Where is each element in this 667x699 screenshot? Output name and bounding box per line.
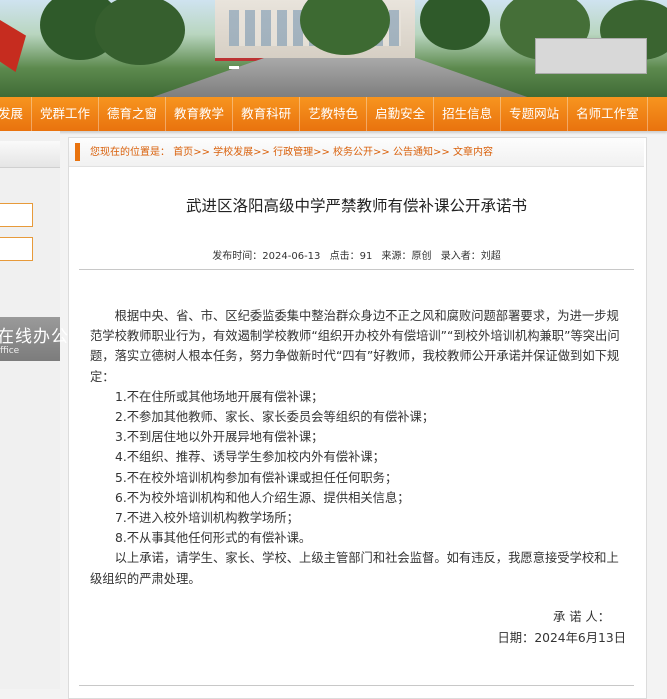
nav-item-safety[interactable]: 启勤安全 — [367, 97, 435, 131]
article-panel: 您现在的位置是： 首页>> 学校发展>> 行政管理>> 校务公开>> 公告通知>… — [68, 137, 647, 699]
signer-line: 承 诺 人： — [552, 610, 610, 624]
banner-tree — [420, 0, 490, 50]
click-count: 点击：91 — [329, 251, 373, 262]
breadcrumb-marker — [75, 143, 80, 161]
username-input[interactable] — [0, 203, 33, 227]
school-logo-sculpture — [0, 20, 26, 72]
breadcrumb-sep: >> — [253, 147, 270, 158]
promise-item: 3.不到居住地以外开展异地有偿补课； — [115, 430, 324, 445]
article-body: 根据中央、省、市、区纪委监委集中整治群众身边不正之风和腐败问题部署要求，为进一步… — [90, 306, 630, 589]
promise-item: 8.不从事其他任何形式的有偿补课。 — [115, 531, 312, 546]
breadcrumb-notices[interactable]: 公告通知 — [393, 147, 433, 158]
nav-item-moral-education[interactable]: 德育之窗 — [99, 97, 167, 131]
breadcrumb-sep: >> — [433, 147, 450, 158]
article-intro: 根据中央、省、市、区纪委监委集中整治群众身边不正之风和腐败问题部署要求，为进一步… — [90, 309, 620, 384]
promise-item: 6.不为校外培训机构和他人介绍生源、提供相关信息； — [115, 490, 410, 505]
breadcrumb-home[interactable]: 首页 — [173, 147, 193, 158]
title-divider — [79, 269, 634, 270]
breadcrumb-affairs[interactable]: 校务公开 — [333, 147, 373, 158]
breadcrumb-sep: >> — [193, 147, 210, 158]
article-closing: 以上承诺，请学生、家长、学校、上级主管部门和社会监督。如有违反，我愿意接受学校和… — [90, 551, 619, 586]
signing-date: 日期：2024年6月13日 — [497, 631, 626, 645]
nav-item-development[interactable]: 发展 — [0, 97, 33, 131]
password-input[interactable] — [0, 237, 33, 261]
breadcrumb-sep: >> — [373, 147, 390, 158]
nav-item-admissions[interactable]: 招生信息 — [434, 97, 502, 131]
header-banner — [0, 0, 667, 97]
breadcrumb-sep: >> — [313, 147, 330, 158]
nav-item-teaching[interactable]: 教育教学 — [166, 97, 234, 131]
promise-item: 4.不组织、推荐、诱导学生参加校内外有偿补课； — [115, 450, 385, 465]
nav-item-topic-sites[interactable]: 专题网站 — [501, 97, 569, 131]
online-office-button[interactable]: 在线办公 ffice — [0, 317, 68, 361]
online-office-sublabel: ffice — [0, 346, 20, 356]
online-office-label: 在线办公 — [0, 327, 69, 347]
article-editor: 录入者：刘超 — [440, 251, 501, 262]
sidebar-header — [0, 141, 60, 168]
nav-item-party[interactable]: 党群工作 — [32, 97, 100, 131]
nav-item-arts[interactable]: 艺教特色 — [300, 97, 368, 131]
breadcrumb-bar: 您现在的位置是： 首页>> 学校发展>> 行政管理>> 校务公开>> 公告通知>… — [69, 138, 644, 167]
breadcrumb: 您现在的位置是： 首页>> 学校发展>> 行政管理>> 校务公开>> 公告通知>… — [90, 138, 493, 168]
publish-time: 发布时间：2024-06-13 — [212, 251, 321, 262]
nav-item-research[interactable]: 教育科研 — [233, 97, 301, 131]
breadcrumb-administration[interactable]: 行政管理 — [273, 147, 313, 158]
left-sidebar: 在线办公 ffice — [0, 131, 68, 689]
promise-item: 7.不进入校外培训机构教学场所； — [115, 511, 299, 526]
promise-item: 2.不参加其他教师、家长、家长委员会等组织的有偿补课； — [115, 410, 435, 425]
banner-road-image — [150, 58, 530, 97]
banner-slide-indicator[interactable] — [229, 66, 239, 69]
footer-divider — [79, 685, 634, 686]
breadcrumb-article[interactable]: 文章内容 — [453, 147, 493, 158]
article-title: 武进区洛阳高级中学严禁教师有偿补课公开承诺书 — [185, 197, 527, 215]
article-meta: 发布时间：2024-06-13 点击：91 来源：原创 录入者：刘超 — [69, 247, 644, 262]
promise-item: 5.不在校外培训机构参加有偿补课或担任任何职务； — [115, 470, 398, 485]
nav-item-teacher-studio[interactable]: 名师工作室 — [568, 97, 648, 131]
banner-stone-sign — [535, 38, 647, 74]
banner-tree — [95, 0, 185, 65]
promise-item: 1.不在住所或其他场地开展有偿补课； — [115, 389, 324, 404]
breadcrumb-school-development[interactable]: 学校发展 — [213, 147, 253, 158]
article-source: 来源：原创 — [381, 251, 432, 262]
breadcrumb-prefix: 您现在的位置是： — [90, 147, 170, 158]
main-nav: 发展 党群工作 德育之窗 教育教学 教育科研 艺教特色 启勤安全 招生信息 专题… — [0, 97, 667, 131]
